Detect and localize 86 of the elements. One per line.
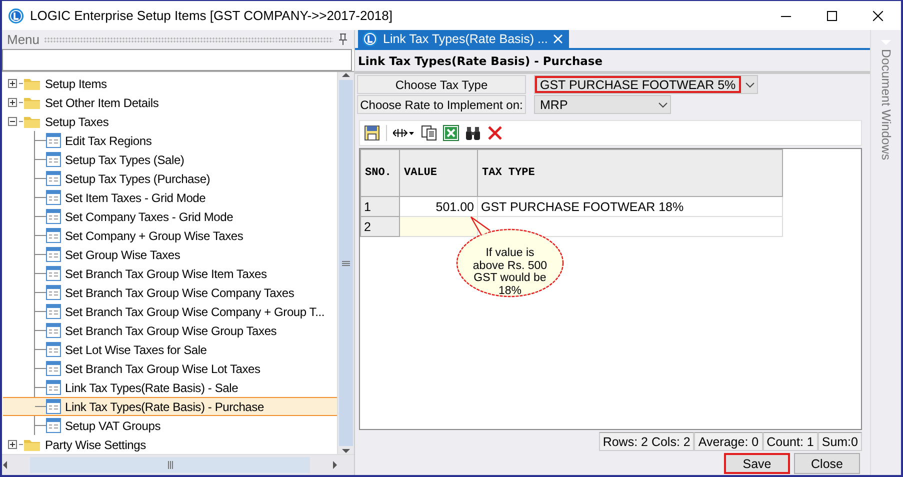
spreadsheet-icon[interactable] bbox=[443, 125, 459, 141]
close-icon[interactable] bbox=[552, 34, 563, 44]
app-logo-icon bbox=[8, 8, 24, 24]
tree-item[interactable]: Setup Tax Types (Purchase) bbox=[35, 169, 337, 188]
status-cell: Average: 0 bbox=[694, 432, 763, 451]
document-tab[interactable]: Link Tax Types(Rate Basis) ... bbox=[358, 30, 569, 48]
form-icon bbox=[46, 228, 61, 243]
horizontal-scrollbar[interactable] bbox=[2, 454, 354, 475]
side-tab[interactable]: Document Windows bbox=[879, 49, 893, 160]
column-header[interactable]: VALUE bbox=[400, 150, 478, 196]
tree-item[interactable]: Set Other Item Details bbox=[2, 93, 337, 112]
expand-icon[interactable] bbox=[8, 440, 17, 449]
form-icon bbox=[46, 285, 61, 300]
form-icon bbox=[46, 133, 61, 148]
field-label: Choose Rate to Implement on: bbox=[357, 95, 526, 114]
form-icon bbox=[46, 190, 61, 205]
binoculars-icon[interactable] bbox=[465, 126, 481, 140]
row-number: 1 bbox=[360, 196, 400, 216]
form-icon bbox=[46, 209, 61, 224]
tree-item[interactable]: Link Tax Types(Rate Basis) - Purchase bbox=[3, 397, 337, 416]
form-icon bbox=[46, 323, 61, 338]
field-label: Choose Tax Type bbox=[357, 75, 526, 94]
collapse-icon[interactable] bbox=[8, 117, 17, 126]
tree-item[interactable]: Set Branch Tax Group Wise Group Taxes bbox=[35, 321, 337, 340]
expand-icon[interactable] bbox=[8, 98, 17, 107]
panel-title: Menu bbox=[7, 32, 40, 47]
dropdown[interactable]: MRP bbox=[534, 95, 671, 114]
tree-item[interactable]: Setup VAT Groups bbox=[35, 416, 337, 435]
dropdown[interactable]: GST PURCHASE FOOTWEAR 5% bbox=[534, 75, 758, 94]
status-cell: Sum:0 bbox=[818, 432, 862, 451]
dialog-button[interactable]: Close bbox=[794, 453, 860, 474]
form-icon bbox=[46, 361, 61, 376]
tree-item[interactable]: Set Item Taxes - Grid Mode bbox=[35, 188, 337, 207]
column-width-icon[interactable] bbox=[393, 127, 415, 139]
tree-item[interactable]: Party Wise Settings bbox=[2, 435, 337, 454]
close-icon bbox=[873, 10, 883, 20]
tree-item[interactable]: Set Branch Tax Group Wise Company Taxes bbox=[35, 283, 337, 302]
vertical-scrollbar[interactable] bbox=[337, 72, 354, 454]
folder-icon bbox=[23, 76, 41, 91]
tree-item[interactable]: Setup Taxes bbox=[2, 112, 337, 131]
delete-icon[interactable] bbox=[487, 125, 503, 141]
tree-item[interactable]: Set Branch Tax Group Wise Item Taxes bbox=[35, 264, 337, 283]
tree-item[interactable]: Set Lot Wise Taxes for Sale bbox=[35, 340, 337, 359]
folder-icon bbox=[23, 114, 41, 129]
table-cell[interactable] bbox=[400, 216, 478, 236]
form-icon bbox=[46, 380, 61, 395]
tree-item[interactable]: Link Tax Types(Rate Basis) - Sale bbox=[35, 378, 337, 397]
chevron-down-icon bbox=[744, 82, 755, 88]
folder-icon bbox=[23, 95, 41, 110]
copy-icon[interactable] bbox=[421, 125, 437, 141]
column-header[interactable]: SNO. bbox=[360, 150, 400, 196]
pin-icon[interactable] bbox=[337, 33, 349, 46]
tree-item[interactable]: Set Group Wise Taxes bbox=[35, 245, 337, 264]
grip-icon bbox=[168, 461, 172, 469]
form-icon bbox=[46, 152, 61, 167]
callout-text: If value is above Rs. 500 GST would be 18% bbox=[472, 247, 548, 297]
chevron-down-icon bbox=[658, 102, 668, 108]
table-cell[interactable]: GST PURCHASE FOOTWEAR 18% bbox=[478, 196, 782, 216]
grip-icon bbox=[342, 260, 350, 266]
maximize-icon bbox=[827, 10, 837, 20]
window-title: LOGIC Enterprise Setup Items [GST COMPANY->>2017-2018] bbox=[30, 8, 394, 23]
search-field[interactable] bbox=[2, 49, 352, 71]
folder-icon bbox=[23, 437, 41, 452]
save-layout-icon[interactable] bbox=[364, 125, 380, 141]
tree-item[interactable]: Set Branch Tax Group Wise Company + Group T... bbox=[35, 302, 337, 321]
tree-item[interactable]: Setup Tax Types (Sale) bbox=[35, 150, 337, 169]
tree-item[interactable]: Set Company Taxes - Grid Mode bbox=[35, 207, 337, 226]
form-icon bbox=[46, 399, 61, 414]
form-icon bbox=[46, 247, 61, 262]
tree-item[interactable]: Set Company + Group Wise Taxes bbox=[35, 226, 337, 245]
form-icon bbox=[46, 266, 61, 281]
form-icon bbox=[46, 304, 61, 319]
expand-icon[interactable] bbox=[8, 79, 17, 88]
scroll-right-icon[interactable] bbox=[332, 461, 338, 469]
column-header[interactable]: TAX TYPE bbox=[478, 150, 782, 196]
form-icon bbox=[46, 171, 61, 186]
row-number: 2 bbox=[360, 216, 400, 236]
status-cell: Rows: 2 Cols: 2 bbox=[598, 432, 694, 451]
status-cell: Count: 1 bbox=[762, 432, 818, 451]
scroll-left-icon[interactable] bbox=[2, 461, 8, 469]
form-icon bbox=[46, 418, 61, 433]
tree-item[interactable]: Setup Items bbox=[2, 74, 337, 93]
form-icon bbox=[46, 342, 61, 357]
tree-item[interactable]: Set Branch Tax Group Wise Lot Taxes bbox=[35, 359, 337, 378]
dialog-button[interactable]: Save bbox=[724, 453, 790, 474]
tree-item[interactable]: Edit Tax Regions bbox=[35, 131, 337, 150]
